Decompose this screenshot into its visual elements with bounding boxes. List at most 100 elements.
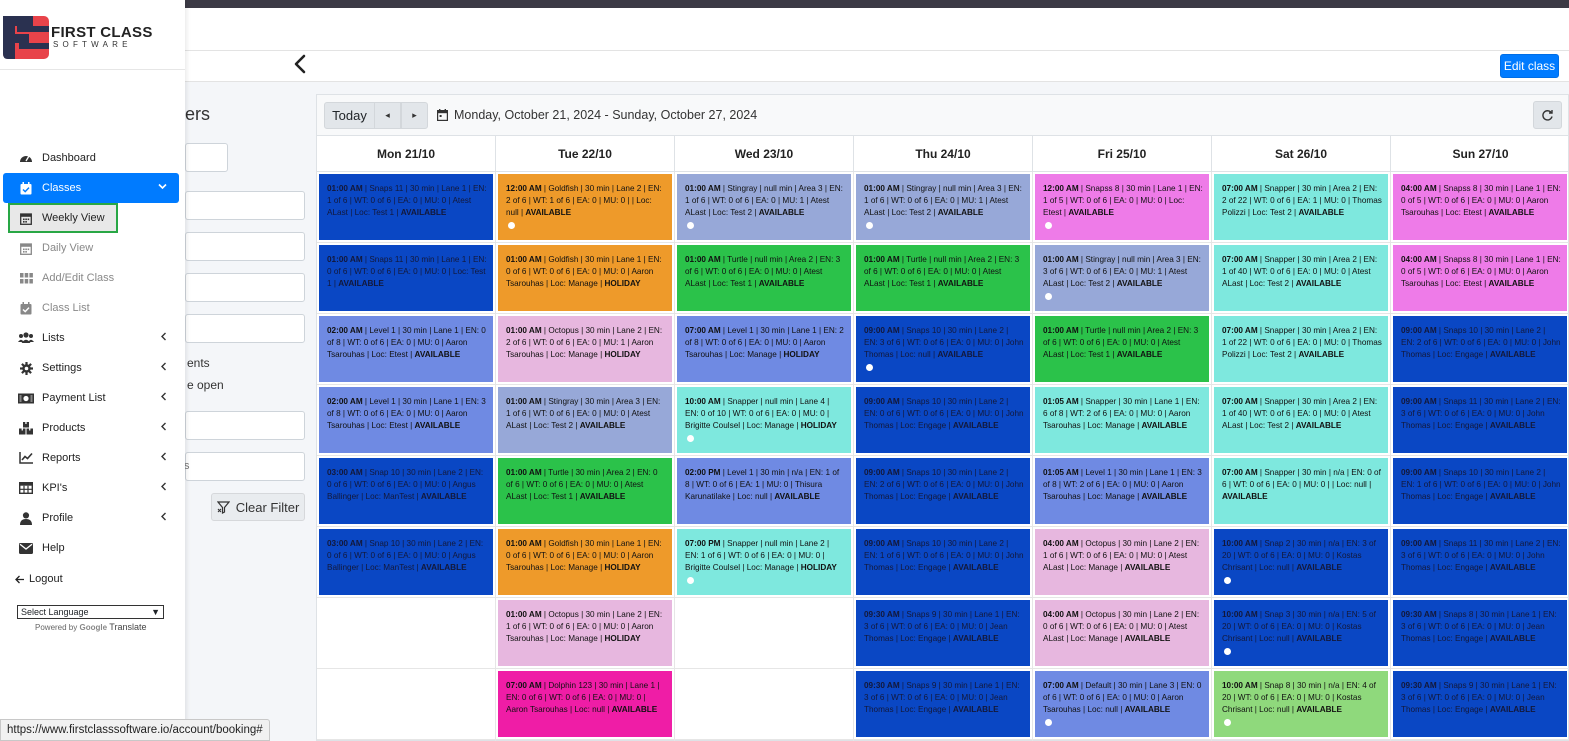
class-event[interactable]: 01:00 AM | Octopus | 30 min | Lane 2 | E… [498, 316, 672, 382]
class-event[interactable]: 09:30 AM | Snaps 9 | 30 min | Lane 1 | E… [1393, 671, 1567, 737]
class-event[interactable]: 01:05 AM | Level 1 | 30 min | Lane 1 | E… [1035, 458, 1209, 524]
class-event[interactable]: 01:00 AM | Stingray | 30 min | Area 3 | … [498, 387, 672, 453]
class-event[interactable]: 09:00 AM | Snaps 10 | 30 min | Lane 2 | … [856, 316, 1030, 382]
filter-input-7[interactable]: s [184, 452, 305, 481]
class-event[interactable]: 04:00 AM | Snapss 8 | 30 min | Lane 1 | … [1393, 245, 1567, 311]
filter-checkbox-label-2[interactable]: e open [187, 378, 224, 392]
event-status: AVAILABLE [758, 208, 805, 217]
class-event[interactable]: 09:30 AM | Snaps 8 | 30 min | Lane 1 | E… [1393, 600, 1567, 666]
class-event[interactable]: 10:00 AM | Snapper | null min | Lane 4 |… [677, 387, 851, 453]
class-event[interactable]: 02:00 AM | Level 1 | 30 min | Lane 1 | E… [319, 316, 493, 382]
class-event[interactable]: 01:00 AM | Octopus | 30 min | Lane 2 | E… [498, 600, 672, 666]
class-event[interactable]: 09:00 AM | Snaps 10 | 30 min | Lane 2 | … [856, 387, 1030, 453]
next-week-button[interactable]: ▸ [401, 102, 428, 129]
sidebar-item-dashboard[interactable]: Dashboard [3, 143, 179, 173]
filter-input-5[interactable] [185, 314, 305, 343]
class-event[interactable]: 07:00 AM | Snapper | 30 min | Area 2 | E… [1214, 387, 1388, 453]
filter-input-3[interactable] [185, 232, 305, 261]
sidebar-item-daily-view[interactable]: Daily View [3, 233, 179, 263]
calendar-cell[interactable] [317, 669, 496, 740]
sidebar-item-classes[interactable]: Classes [3, 173, 179, 203]
class-event[interactable]: 07:00 AM | Snapper | 30 min | Area 2 | E… [1214, 245, 1388, 311]
class-event[interactable]: 12:00 AM | Snapss 8 | 30 min | Lane 1 | … [1035, 174, 1209, 240]
class-event[interactable]: 01:05 AM | Snapper | 30 min | Lane 1 | E… [1035, 387, 1209, 453]
class-event[interactable]: 04:00 AM | Snapss 8 | 30 min | Lane 1 | … [1393, 174, 1567, 240]
class-event[interactable]: 10:00 AM | Snap 2 | 30 min | n/a | EN: 3… [1214, 529, 1388, 595]
class-event[interactable]: 09:00 AM | Snaps 11 | 30 min | Lane 2 | … [1393, 387, 1567, 453]
class-event[interactable]: 07:00 AM | Level 1 | 30 min | Lane 1 | E… [677, 316, 851, 382]
clear-filter-button[interactable]: Clear Filter [211, 493, 305, 521]
class-event[interactable]: 09:00 AM | Snaps 10 | 30 min | Lane 2 | … [856, 529, 1030, 595]
class-event[interactable]: 01:00 AM | Turtle | null min | Area 2 | … [677, 245, 851, 311]
class-event[interactable]: 09:30 AM | Snaps 9 | 30 min | Lane 1 | E… [856, 671, 1030, 737]
calendar-check-icon [18, 300, 34, 316]
class-event[interactable]: 10:00 AM | Snap 8 | 30 min | n/a | EN: 4… [1214, 671, 1388, 737]
class-event[interactable]: 07:00 AM | Dolphin 123 | 30 min | Lane 1… [498, 671, 672, 737]
class-event[interactable]: 03:00 AM | Snap 10 | 30 min | Lane 2 | E… [319, 529, 493, 595]
back-button[interactable] [288, 52, 312, 76]
class-event[interactable]: 01:00 AM | Goldfish | 30 min | Lane 1 | … [498, 245, 672, 311]
class-event[interactable]: 01:00 AM | Stingray | null min | Area 3 … [677, 174, 851, 240]
class-event[interactable]: 09:00 AM | Snaps 10 | 30 min | Lane 2 | … [856, 458, 1030, 524]
event-status: AVAILABLE [1298, 208, 1345, 217]
sidebar-item-payment-list[interactable]: Payment List [3, 383, 179, 413]
class-event[interactable]: 01:00 AM | Turtle | 30 min | Area 2 | EN… [498, 458, 672, 524]
class-event[interactable]: 01:00 AM | Snaps 11 | 30 min | Lane 1 | … [319, 174, 493, 240]
sidebar-item-kpi-s[interactable]: KPI's [3, 473, 179, 503]
class-event[interactable]: 04:00 AM | Octopus | 30 min | Lane 2 | E… [1035, 600, 1209, 666]
brand-name: FIRST CLASS [51, 24, 153, 41]
class-event[interactable]: 09:30 AM | Snaps 9 | 30 min | Lane 1 | E… [856, 600, 1030, 666]
class-event[interactable]: 01:00 AM | Snaps 11 | 30 min | Lane 1 | … [319, 245, 493, 311]
event-status: HOLIDAY [604, 279, 641, 288]
class-event[interactable]: 02:00 PM | Level 1 | 30 min | n/a | EN: … [677, 458, 851, 524]
sidebar-item-add-edit-class[interactable]: Add/Edit Class [3, 263, 179, 293]
calendar-cell[interactable] [675, 598, 854, 669]
class-event[interactable]: 07:00 AM | Snapper | 30 min | Area 2 | E… [1214, 316, 1388, 382]
filter-input-6[interactable] [185, 411, 305, 440]
sidebar-item-profile[interactable]: Profile [3, 503, 179, 533]
event-time: 01:00 AM [506, 610, 542, 619]
sidebar-item-reports[interactable]: Reports [3, 443, 179, 473]
class-event[interactable]: 01:00 AM | Turtle | null min | Area 2 | … [1035, 316, 1209, 382]
class-event[interactable]: 09:00 AM | Snaps 10 | 30 min | Lane 2 | … [1393, 458, 1567, 524]
calendar-cell: 09:00 AM | Snaps 11 | 30 min | Lane 2 | … [1391, 385, 1569, 456]
sidebar-item-weekly-view[interactable]: Weekly View [8, 203, 118, 233]
class-event[interactable]: 10:00 AM | Snap 3 | 30 min | n/a | EN: 5… [1214, 600, 1388, 666]
class-event[interactable]: 03:00 AM | Snap 10 | 30 min | Lane 2 | E… [319, 458, 493, 524]
class-event[interactable]: 01:00 AM | Goldfish | 30 min | Lane 1 | … [498, 529, 672, 595]
language-select[interactable]: Select Language ▼ [17, 605, 164, 619]
class-event[interactable]: 07:00 AM | Default | 30 min | Lane 3 | E… [1035, 671, 1209, 737]
sidebar-item-products[interactable]: Products [3, 413, 179, 443]
calendar-cell[interactable] [675, 669, 854, 740]
translate-link[interactable]: Translate [109, 622, 146, 632]
filter-input-2[interactable] [185, 191, 305, 220]
filter-input-1[interactable] [185, 143, 228, 172]
class-event[interactable]: 01:00 AM | Turtle | null min | Area 2 | … [856, 245, 1030, 311]
prev-week-button[interactable]: ◂ [374, 102, 401, 129]
class-event[interactable]: 09:00 AM | Snaps 11 | 30 min | Lane 2 | … [1393, 529, 1567, 595]
refresh-button[interactable] [1533, 101, 1562, 129]
class-event[interactable]: 01:00 AM | Stingray | null min | Area 3 … [1035, 245, 1209, 311]
class-event[interactable]: 12:00 AM | Goldfish | 30 min | Lane 2 | … [498, 174, 672, 240]
class-event[interactable]: 07:00 AM | Snapper | 30 min | n/a | EN: … [1214, 458, 1388, 524]
logout-link[interactable]: Logout [15, 573, 63, 585]
sidebar-item-lists[interactable]: Lists [3, 323, 179, 353]
class-event[interactable]: 04:00 AM | Octopus | 30 min | Lane 2 | E… [1035, 529, 1209, 595]
event-status: AVAILABLE [1295, 421, 1342, 430]
filter-checkbox-label-1[interactable]: ents [187, 356, 210, 370]
today-button[interactable]: Today [324, 102, 375, 129]
event-status: AVAILABLE [338, 279, 384, 288]
calendar-cell: 04:00 AM | Octopus | 30 min | Lane 2 | E… [1033, 598, 1212, 669]
class-event[interactable]: 07:00 PM | Snapper | null min | Lane 2 |… [677, 529, 851, 595]
class-event[interactable]: 02:00 AM | Level 1 | 30 min | Lane 1 | E… [319, 387, 493, 453]
class-event[interactable]: 07:00 AM | Snapper | 30 min | Area 2 | E… [1214, 174, 1388, 240]
calendar-cell[interactable] [317, 598, 496, 669]
filter-input-4[interactable] [185, 273, 305, 302]
sidebar-item-help[interactable]: Help [3, 533, 179, 563]
calendar-cell: 01:00 AM | Turtle | 30 min | Area 2 | EN… [496, 456, 675, 527]
sidebar-item-class-list[interactable]: Class List [3, 293, 179, 323]
class-event[interactable]: 09:00 AM | Snaps 10 | 30 min | Lane 2 | … [1393, 316, 1567, 382]
class-event[interactable]: 01:00 AM | Stingray | null min | Area 3 … [856, 174, 1030, 240]
edit-class-button[interactable]: Edit class [1500, 54, 1559, 78]
sidebar-item-settings[interactable]: Settings [3, 353, 179, 383]
